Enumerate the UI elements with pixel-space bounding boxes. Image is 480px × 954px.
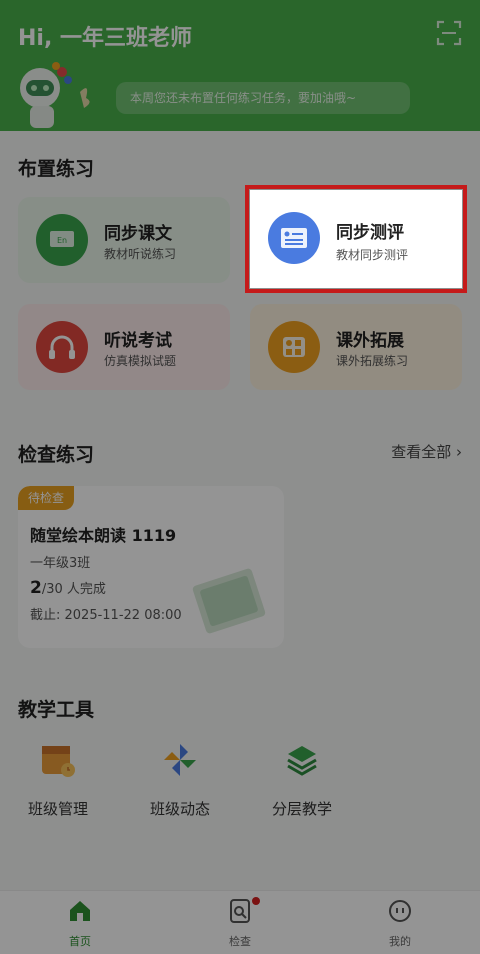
tools-section-title: 教学工具 <box>18 699 95 721</box>
card-title: 课外拓展 <box>336 331 404 351</box>
tab-home[interactable]: 首页 <box>30 897 130 953</box>
done-count: 2 <box>30 578 42 598</box>
tool-label: 班级管理 <box>27 800 88 818</box>
task-title: 随堂绘本朗读 1119 <box>30 526 177 545</box>
card-subtitle: 仿真模拟试题 <box>104 354 177 368</box>
card-sync-text[interactable]: En 同步课文 教材听说练习 <box>18 197 230 283</box>
highlight-frame <box>245 185 467 293</box>
status-badge: 待检查 <box>18 486 75 510</box>
layered-teaching-icon <box>287 746 317 776</box>
greeting-text: Hi, 一年三班老师 <box>18 26 192 51</box>
profile-icon <box>389 900 411 922</box>
bottom-tab-bar: 首页 检查 我的 <box>0 890 480 954</box>
card-subtitle: 课外拓展练习 <box>336 354 409 368</box>
chevron-right-icon: › <box>456 443 462 461</box>
svg-text:En: En <box>57 236 67 245</box>
tool-class-management[interactable]: 班级管理 <box>10 740 106 824</box>
class-dynamics-icon <box>164 744 196 776</box>
scan-icon[interactable] <box>436 20 462 46</box>
tab-check[interactable]: 检查 <box>190 897 290 953</box>
card-listening-exam[interactable]: 听说考试 仿真模拟试题 <box>18 304 230 390</box>
tool-label: 分层教学 <box>271 800 332 818</box>
tip-bubble: 本周您还未布置任何练习任务，要加油哦~ <box>116 82 410 114</box>
notification-dot <box>252 897 260 905</box>
task-deadline: 截止: 2025-11-22 08:00 <box>30 608 182 623</box>
task-class: 一年级3班 <box>30 556 91 571</box>
tool-label: 班级动态 <box>149 800 210 818</box>
robot-mascot-icon <box>20 62 90 128</box>
card-extracurricular[interactable]: 课外拓展 课外拓展练习 <box>250 304 462 390</box>
tool-class-dynamics[interactable]: 班级动态 <box>132 740 228 824</box>
check-section-title: 检查练习 <box>18 444 95 466</box>
task-progress: 2/30 人完成 <box>30 578 106 598</box>
class-management-icon <box>42 746 75 777</box>
check-icon <box>230 899 250 923</box>
grid-icon <box>268 321 320 373</box>
tab-profile[interactable]: 我的 <box>350 897 450 953</box>
headphones-icon <box>36 321 88 373</box>
tab-label: 我的 <box>389 935 411 948</box>
view-all-label: 查看全部 <box>391 443 452 461</box>
card-title: 同步课文 <box>104 224 172 244</box>
tab-label: 检查 <box>229 935 251 948</box>
tab-label: 首页 <box>69 935 91 948</box>
view-all-link[interactable]: 查看全部 › <box>391 441 462 462</box>
card-title: 听说考试 <box>104 331 172 351</box>
total-count: /30 人完成 <box>41 582 106 597</box>
book-illustration-icon <box>192 568 266 634</box>
header: Hi, 一年三班老师 本周您还未布置任何练习任务，要加油哦~ <box>0 0 480 131</box>
task-card[interactable]: 待检查 随堂绘本朗读 1119 一年级3班 2/30 人完成 截止: 2025-… <box>18 486 284 648</box>
assign-section-title: 布置练习 <box>18 158 95 180</box>
book-icon: En <box>36 214 88 266</box>
home-icon <box>70 901 90 921</box>
card-subtitle: 教材听说练习 <box>104 247 177 261</box>
tool-layered-teaching[interactable]: 分层教学 <box>254 740 350 824</box>
